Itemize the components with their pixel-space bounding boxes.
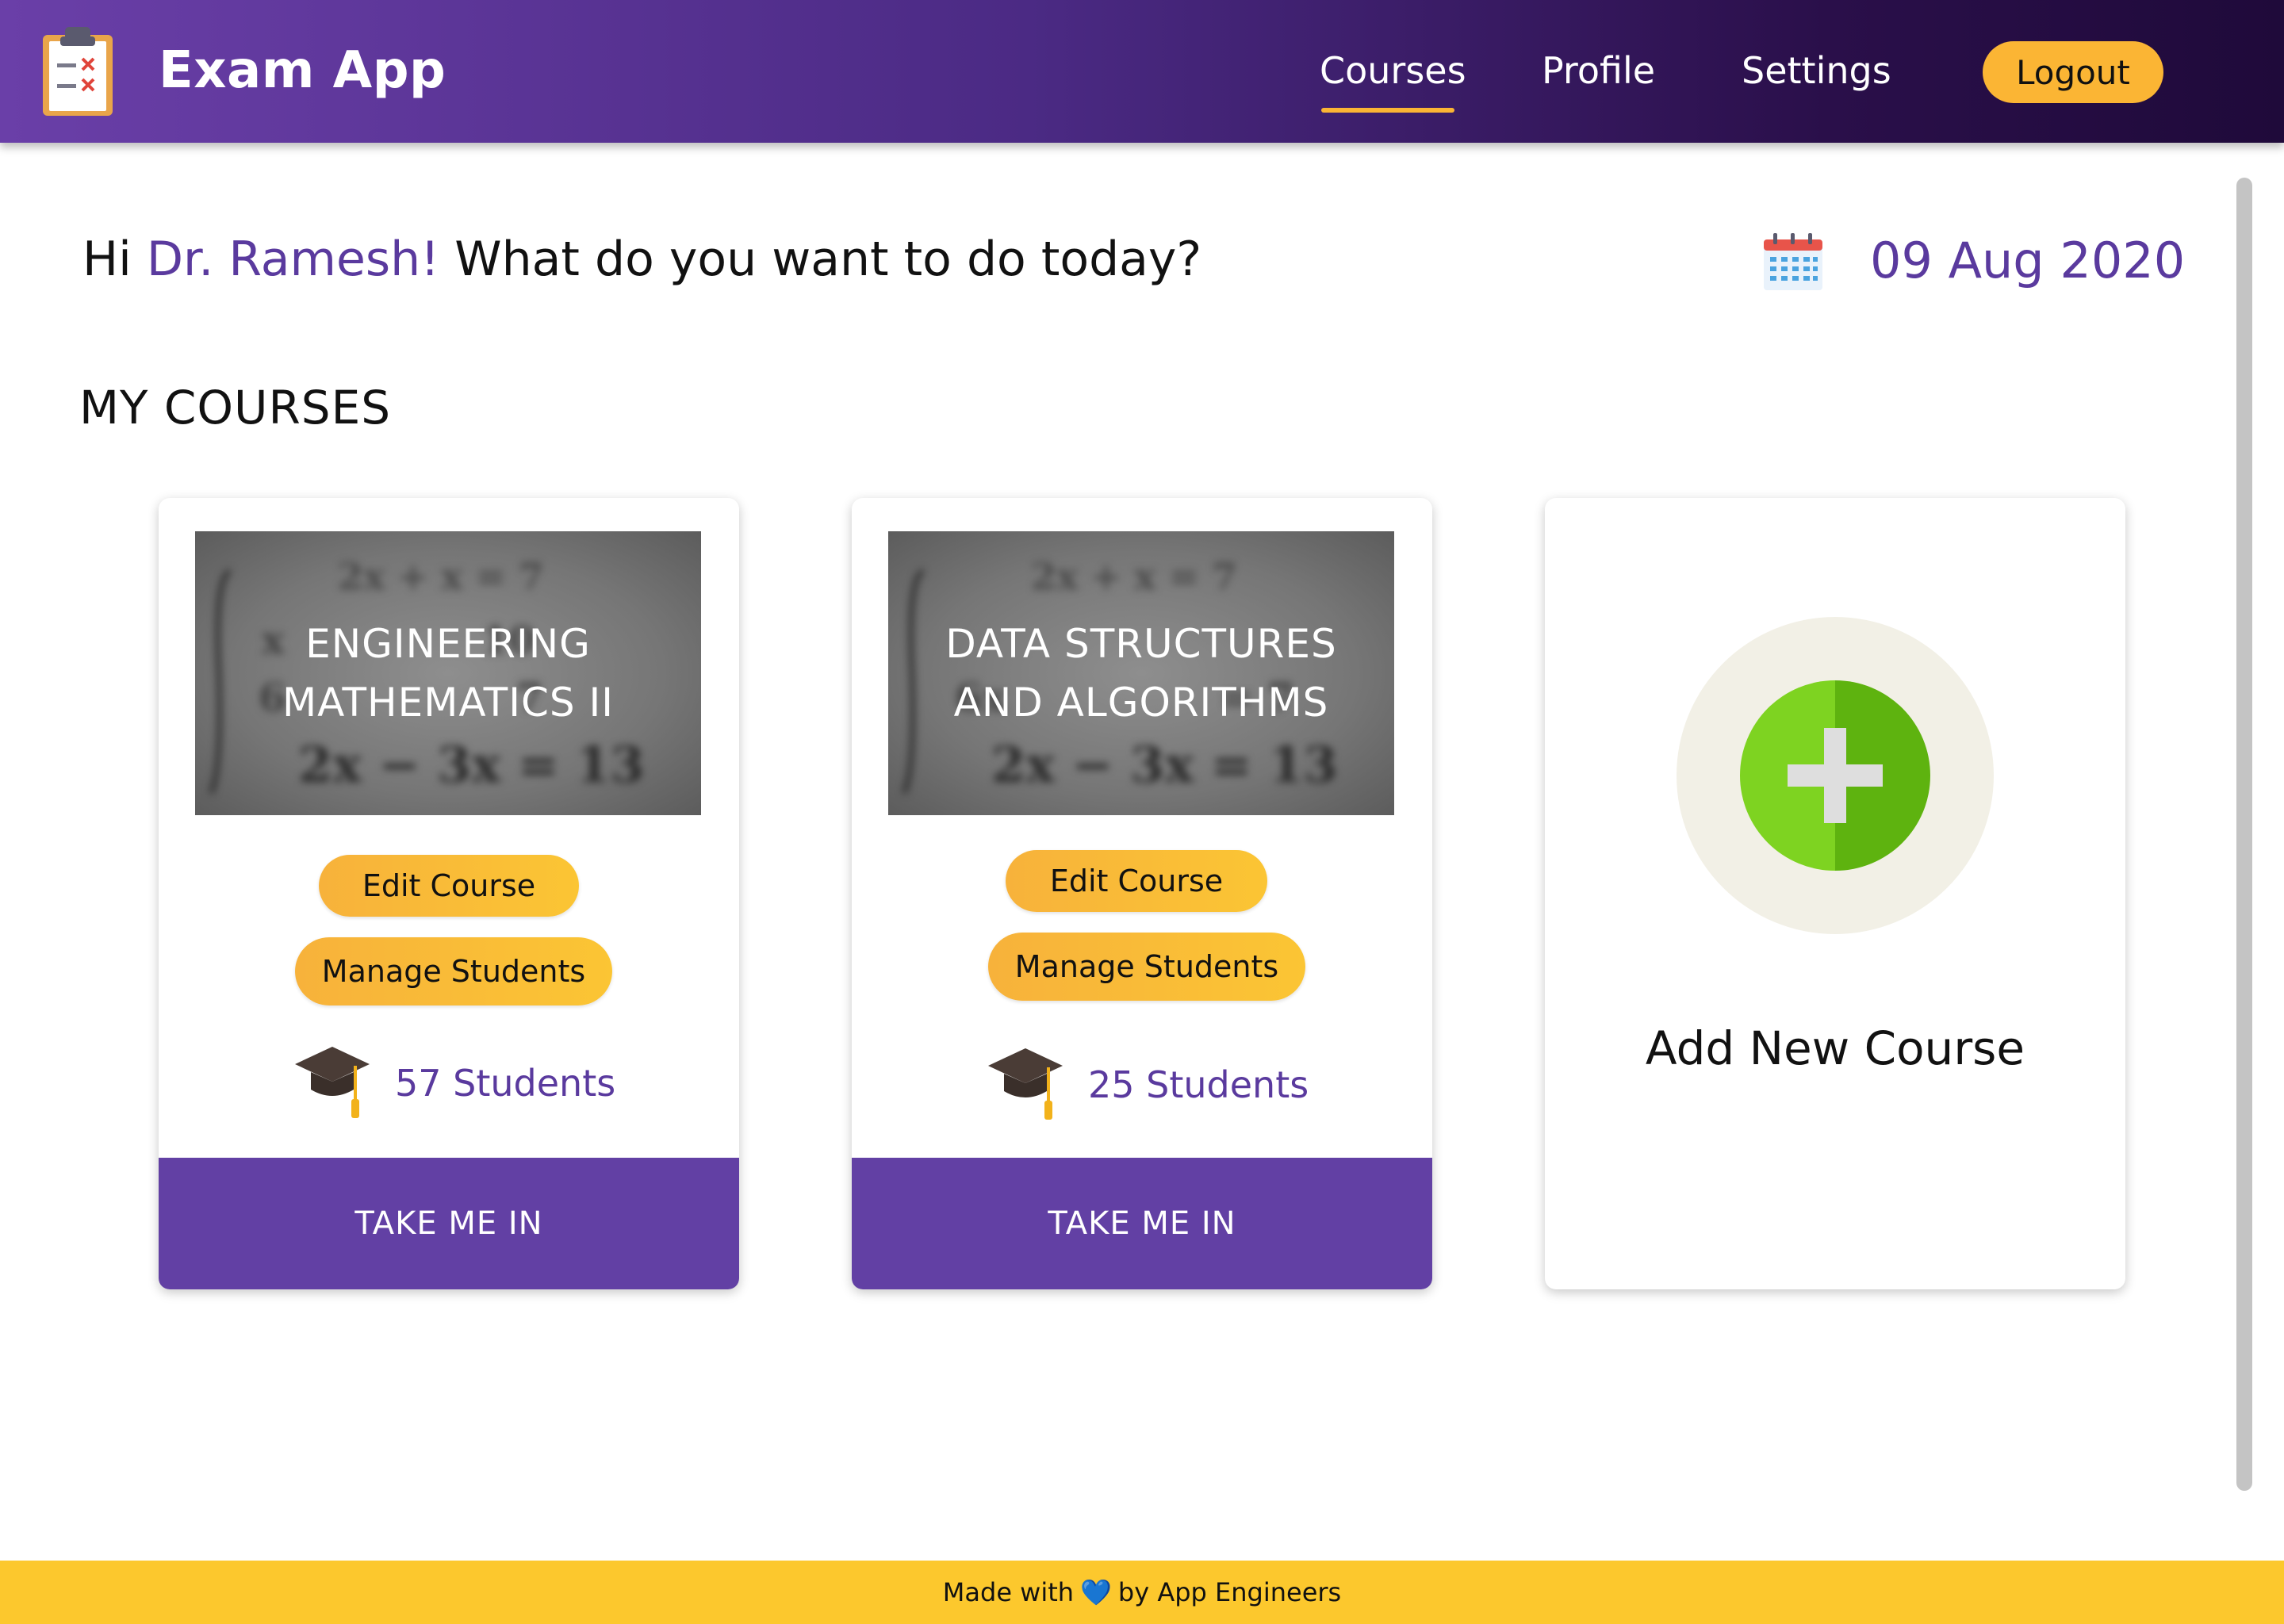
top-navigation-bar: Exam App Courses Profile Settings Logout [0,0,2284,143]
footer-prefix: Made with [942,1577,1075,1607]
nav-profile-link[interactable]: Profile [1542,49,1655,92]
plus-circle-icon[interactable] [1677,617,1994,934]
course-card: 2x + x = 7 6x = 7 2x − 3x = 13 DATA STRU… [852,498,1432,1289]
student-count-label: 57 Students [395,1062,616,1105]
footer: Made with 💙 by App Engineers [0,1561,2284,1624]
graduation-cap-icon [987,1045,1064,1124]
nav-courses-link[interactable]: Courses [1320,49,1466,92]
student-count-label: 25 Students [1088,1063,1309,1106]
active-nav-underline [1321,108,1454,113]
take-me-in-button[interactable]: TAKE ME IN [852,1158,1432,1289]
manage-students-button[interactable]: Manage Students [295,937,612,1005]
manage-students-button[interactable]: Manage Students [988,933,1305,1001]
footer-suffix: by App Engineers [1117,1577,1342,1607]
logout-button[interactable]: Logout [1983,41,2163,103]
student-count: 57 Students [293,1044,615,1123]
course-card: 2x + x = 7 x 10 6 7 2x − 3x = 13 ENGINEE… [159,498,739,1289]
vertical-scrollbar[interactable] [2236,178,2252,1491]
course-title: DATA STRUCTURES AND ALGORITHMS [945,621,1337,726]
course-thumbnail: 2x + x = 7 6x = 7 2x − 3x = 13 DATA STRU… [888,531,1394,815]
clipboard-checklist-icon [41,24,114,117]
current-date: 09 Aug 2020 [1870,232,2186,289]
course-thumbnail: 2x + x = 7 x 10 6 7 2x − 3x = 13 ENGINEE… [195,531,701,815]
take-me-in-button[interactable]: TAKE ME IN [159,1158,739,1289]
student-count: 25 Students [987,1045,1309,1124]
calendar-icon [1762,232,1824,292]
greeting-text: Hi Dr. Ramesh! What do you want to do to… [82,232,1201,287]
course-title: ENGINEERING MATHEMATICS II [282,621,614,726]
my-courses-heading: MY COURSES [79,381,392,435]
add-new-course-card[interactable]: Add New Course [1545,498,2125,1289]
edit-course-button[interactable]: Edit Course [1006,850,1267,912]
app-title: Exam App [159,41,446,100]
heart-icon: 💙 [1080,1577,1112,1607]
greeting-prefix: Hi [82,232,147,287]
user-name: Dr. Ramesh! [146,232,440,287]
add-new-course-label: Add New Course [1645,1021,2025,1075]
graduation-cap-icon [293,1044,371,1123]
nav-settings-link[interactable]: Settings [1742,49,1891,92]
edit-course-button[interactable]: Edit Course [319,855,579,917]
greeting-suffix: What do you want to do today? [439,232,1202,287]
